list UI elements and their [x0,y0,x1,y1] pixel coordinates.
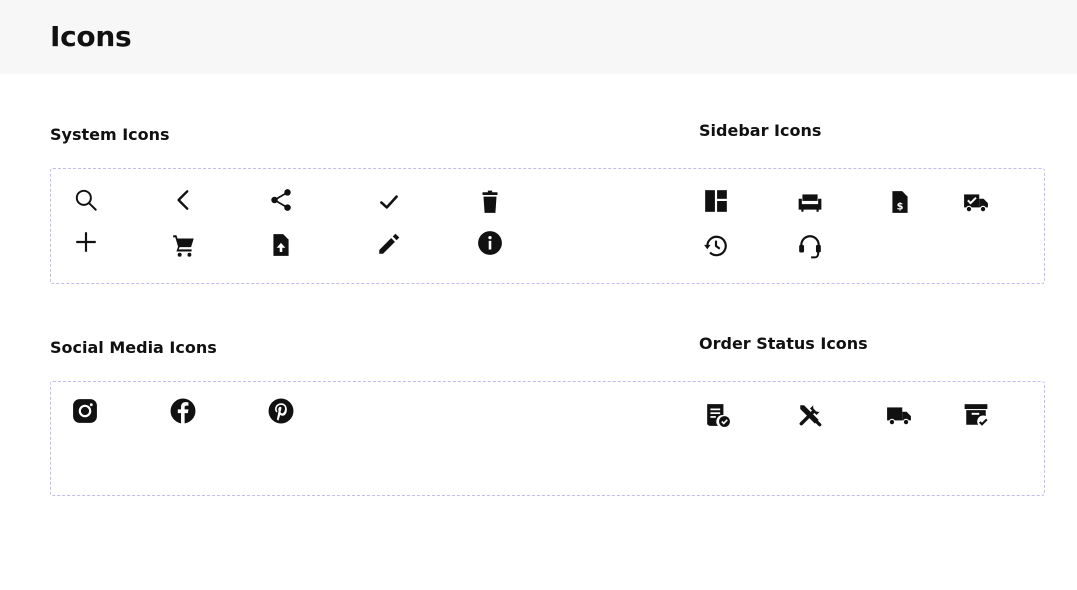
file-upload-icon[interactable] [267,231,295,259]
svg-text:$: $ [897,202,904,213]
chevron-left-icon[interactable] [170,186,198,214]
share-icon[interactable] [267,186,295,214]
page-title: Icons [50,20,132,53]
headset-icon[interactable] [796,232,824,260]
instagram-icon[interactable] [71,397,99,425]
archive-check-icon[interactable] [962,401,990,429]
truck-icon[interactable] [885,401,913,429]
social-order-icons-panel [50,381,1045,496]
invoice-icon[interactable]: $ [886,188,914,216]
trash-icon[interactable] [476,188,504,216]
tools-icon[interactable] [796,401,824,429]
check-icon[interactable] [375,188,403,216]
order-status-icons-title: Order Status Icons [699,334,868,353]
pencil-icon[interactable] [375,230,403,258]
sofa-icon[interactable] [796,188,824,216]
dashboard-icon[interactable] [702,187,730,215]
info-icon[interactable] [476,229,504,257]
pinterest-icon[interactable] [267,397,295,425]
plus-icon[interactable] [72,228,100,256]
facebook-icon[interactable] [169,397,197,425]
system-sidebar-icons-panel [50,168,1045,284]
delivery-check-icon[interactable] [962,188,990,216]
sidebar-icons-title: Sidebar Icons [699,121,822,140]
page-header: Icons [0,0,1077,74]
social-media-icons-title: Social Media Icons [50,338,217,357]
order-received-icon[interactable] [704,401,732,429]
cart-icon[interactable] [170,231,198,259]
search-icon[interactable] [72,186,100,214]
system-icons-title: System Icons [50,125,170,144]
history-icon[interactable] [702,232,730,260]
